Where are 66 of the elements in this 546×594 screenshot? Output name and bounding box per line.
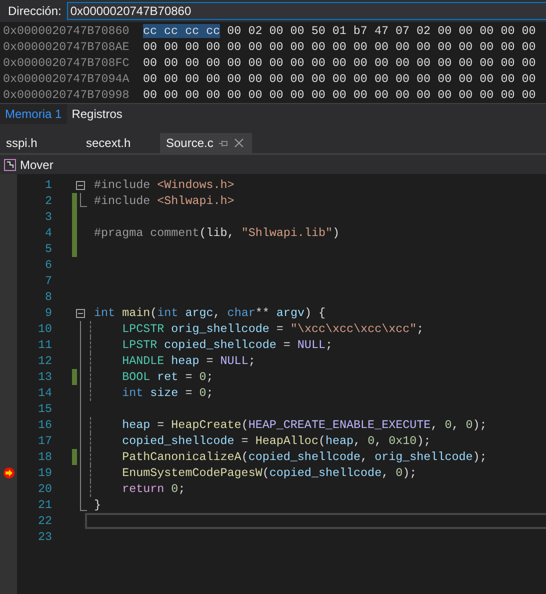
document-tab[interactable]: Source.c xyxy=(160,133,252,153)
line-number: 7 xyxy=(44,274,52,288)
code-line: heap = HeapCreate(HEAP_CREATE_ENABLE_EXECUTE, 0, 0); xyxy=(121,418,487,432)
line-number: 10 xyxy=(36,322,52,336)
memory-bytes: 00 00 00 00 00 00 00 00 00 00 00 00 00 00 00 00 00 00 00 xyxy=(143,40,536,54)
document-tab[interactable]: secext.h xyxy=(80,133,160,153)
line-number: 4 xyxy=(44,226,52,240)
line-number: 13 xyxy=(36,370,52,384)
document-tab[interactable]: sspi.h xyxy=(0,133,80,153)
memory-address: 0x0000020747B70860 xyxy=(2,24,130,38)
line-number: 2 xyxy=(44,194,52,208)
memory-address: 0x0000020747B7094A xyxy=(2,72,130,86)
memory-bytes: 00 00 00 00 00 00 00 00 00 00 00 00 00 00 00 00 00 00 00 xyxy=(143,56,536,70)
code-line: #include <Windows.h> xyxy=(94,178,234,192)
tool-tab[interactable]: Registros xyxy=(66,104,128,124)
code-line: BOOL ret = 0; xyxy=(121,370,214,384)
line-number: 1 xyxy=(44,178,52,192)
tab-label[interactable]: sspi.h xyxy=(6,136,38,150)
memory-bytes: 00 00 00 00 00 00 00 00 00 00 00 00 00 00 00 00 00 00 00 xyxy=(143,88,536,102)
line-number: 23 xyxy=(36,530,52,544)
memory-address: 0x0000020747B708FC xyxy=(2,56,130,70)
line-number: 12 xyxy=(36,354,52,368)
code-line: EnumSystemCodePagesW(copied_shellcode, 0); xyxy=(121,466,417,480)
line-number: 9 xyxy=(44,306,52,320)
line-number: 22 xyxy=(36,514,52,528)
code-line: LPCSTR orig_shellcode = "\xcc\xcc\xcc\xcc"; xyxy=(121,322,424,336)
selected-bytes[interactable]: cc cc cc cc xyxy=(143,24,220,38)
line-number: 11 xyxy=(36,338,52,352)
breakpoint-arrow-icon[interactable] xyxy=(2,467,14,479)
line-number: 21 xyxy=(36,498,52,512)
collapse-icon[interactable] xyxy=(76,308,85,318)
line-number: 17 xyxy=(36,434,52,448)
memory-bytes: 00 02 00 00 50 01 b7 47 07 02 00 00 00 00 00 xyxy=(227,24,536,38)
line-number: 8 xyxy=(44,290,52,304)
line-number: 14 xyxy=(36,386,52,400)
tool-tab[interactable]: Memoria 1 xyxy=(0,104,67,124)
code-line: #include <Shlwapi.h> xyxy=(94,194,234,208)
collapse-icon[interactable] xyxy=(76,180,85,190)
code-line: #pragma comment(lib, "Shlwapi.lib") xyxy=(94,226,340,240)
code-line: return 0; xyxy=(121,482,186,496)
code-line: } xyxy=(94,498,102,512)
code-line: PathCanonicalizeA(copied_shellcode, orig_shellcode); xyxy=(121,450,487,464)
line-number: 5 xyxy=(44,242,52,256)
memory-bytes: 00 00 00 00 00 00 00 00 00 00 00 00 00 00 00 00 00 00 00 xyxy=(143,72,536,86)
code-line: int main(int argc, char** argv) { xyxy=(94,306,326,320)
tab-label[interactable]: secext.h xyxy=(86,136,131,150)
address-field[interactable]: 0x0000020747B70860 xyxy=(67,2,546,20)
move-icon xyxy=(4,158,16,170)
line-number: 18 xyxy=(36,450,52,464)
tab-label[interactable]: Source.c xyxy=(166,136,214,150)
code-line: copied_shellcode = HeapAlloc(heap, 0, 0x10); xyxy=(121,434,431,448)
code-line: LPSTR copied_shellcode = NULL; xyxy=(121,338,332,352)
address-label: Dirección: xyxy=(8,4,62,18)
memory-address: 0x0000020747B708AE xyxy=(2,40,130,54)
line-number: 3 xyxy=(44,210,52,224)
line-number: 20 xyxy=(36,482,52,496)
move-button[interactable]: Mover xyxy=(0,158,58,172)
close-icon[interactable] xyxy=(234,138,244,148)
line-number: 16 xyxy=(36,418,52,432)
code-line: HANDLE heap = NULL; xyxy=(121,354,256,368)
line-number: 6 xyxy=(44,258,52,272)
pin-icon[interactable] xyxy=(219,138,228,148)
memory-address: 0x0000020747B70998 xyxy=(2,88,130,102)
line-number: 15 xyxy=(36,402,52,416)
code-line: int size = 0; xyxy=(121,386,214,400)
line-number: 19 xyxy=(36,466,52,480)
